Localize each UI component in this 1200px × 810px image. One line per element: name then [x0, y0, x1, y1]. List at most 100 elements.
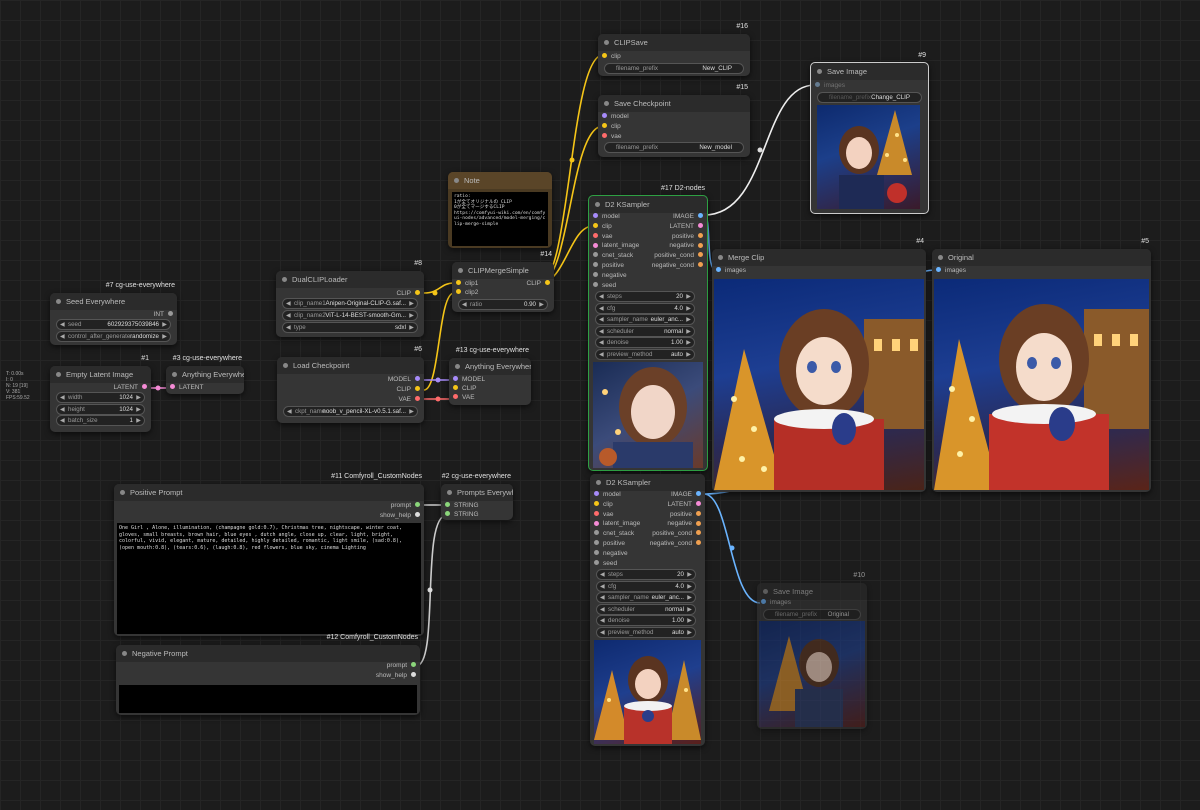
slot-dot[interactable]	[698, 213, 703, 219]
original-node[interactable]: #5 Original images	[932, 238, 1151, 492]
output-slot-negative-cond[interactable]: negative_cond	[650, 539, 705, 549]
input-slot-latent[interactable]: LATENT	[166, 383, 203, 393]
anything-everywhere3-node[interactable]: #13 cg-use-everywhere Anything Everywher…	[449, 347, 531, 405]
node-title[interactable]: Note	[448, 172, 552, 189]
slot-dot[interactable]	[593, 252, 598, 258]
positive-prompt-node[interactable]: #11 Comfyroll_CustomNodes Positive Promp…	[114, 473, 424, 636]
height-widget[interactable]: ◀ height 1024 ▶	[56, 403, 145, 415]
output-slot-negative-cond[interactable]: negative_cond	[652, 261, 707, 271]
slot-dot[interactable]	[593, 242, 598, 248]
slot-dot[interactable]	[453, 394, 458, 400]
decrement-arrow[interactable]: ◀	[600, 605, 605, 614]
slot-dot[interactable]	[168, 311, 173, 317]
node-title[interactable]: Negative Prompt	[116, 645, 420, 662]
slot-dot[interactable]	[415, 376, 420, 382]
preview-method-widget[interactable]: ◀ preview_method auto ▶	[596, 626, 696, 638]
input-slot-images[interactable]: images	[712, 266, 746, 276]
increment-arrow[interactable]: ▶	[539, 300, 544, 309]
decrement-arrow[interactable]: ◀	[599, 327, 604, 336]
increment-arrow[interactable]: ▶	[686, 315, 691, 324]
image-preview[interactable]	[759, 621, 865, 727]
output-slot-show-help[interactable]: show_help	[380, 511, 424, 521]
input-slot-vae[interactable]: vae	[598, 132, 621, 142]
input-slot-model[interactable]: model	[590, 490, 621, 500]
increment-arrow[interactable]: ▶	[162, 320, 167, 329]
node-title[interactable]: Seed Everywhere	[50, 293, 177, 310]
decrement-arrow[interactable]: ◀	[599, 315, 604, 324]
increment-arrow[interactable]: ▶	[409, 311, 414, 320]
increment-arrow[interactable]: ▶	[686, 327, 691, 336]
decrement-arrow[interactable]: ◀	[462, 300, 467, 309]
increment-arrow[interactable]: ▶	[162, 332, 167, 341]
output-slot-positive-cond[interactable]: positive_cond	[652, 529, 705, 539]
steps-widget[interactable]: ◀ steps 20 ▶	[595, 291, 695, 302]
increment-arrow[interactable]: ▶	[136, 405, 141, 414]
node-title[interactable]: Anything Everywhere	[166, 366, 244, 383]
input-slot-images[interactable]: images	[811, 81, 845, 91]
clipsave-node[interactable]: #16 CLIPSave clip filename_prefix New_CLI…	[598, 23, 750, 76]
save-image-node-9[interactable]: #9 Save Image images filename_prefix Chan…	[810, 52, 929, 214]
input-slot-clip[interactable]: clip	[589, 222, 612, 232]
slot-dot[interactable]	[415, 290, 420, 296]
slot-dot[interactable]	[602, 123, 607, 129]
cfg-widget[interactable]: ◀ cfg 4.0 ▶	[595, 302, 695, 314]
decrement-arrow[interactable]: ◀	[60, 320, 65, 329]
input-slot-vae[interactable]: vae	[589, 232, 612, 242]
control-after-generate-widget[interactable]: ◀ control_after_generate randomize ▶	[56, 330, 171, 342]
anything-everywhere-node[interactable]: #3 cg-use-everywhere Anything Everywhere…	[166, 355, 244, 394]
node-title[interactable]: Save Checkpoint	[598, 95, 750, 112]
output-slot-clip[interactable]: CLIP	[527, 279, 554, 289]
slot-dot[interactable]	[696, 520, 701, 526]
width-widget[interactable]: ◀ width 1024 ▶	[56, 392, 145, 403]
filename-prefix-widget[interactable]: filename_prefix New_CLIP	[604, 63, 744, 74]
output-slot-positive-cond[interactable]: positive_cond	[654, 251, 707, 261]
input-slot-clip[interactable]: clip	[590, 500, 613, 510]
slot-dot[interactable]	[456, 289, 461, 295]
slot-dot[interactable]	[593, 213, 598, 219]
decrement-arrow[interactable]: ◀	[287, 407, 292, 416]
increment-arrow[interactable]: ▶	[686, 350, 691, 359]
increment-arrow[interactable]: ▶	[686, 292, 691, 301]
slot-dot[interactable]	[696, 501, 701, 507]
decrement-arrow[interactable]: ◀	[286, 299, 291, 308]
node-title[interactable]: Anything Everywhere3	[449, 358, 531, 375]
node-title[interactable]: Save Image	[811, 63, 928, 80]
slot-dot[interactable]	[415, 502, 420, 508]
slot-dot[interactable]	[593, 281, 598, 287]
decrement-arrow[interactable]: ◀	[60, 405, 65, 414]
input-slot-negative[interactable]: negative	[590, 549, 628, 559]
output-slot-positive[interactable]: positive	[672, 232, 707, 242]
slot-dot[interactable]	[696, 540, 701, 546]
slot-dot[interactable]	[602, 53, 607, 59]
node-title[interactable]: Merge Clip	[712, 249, 926, 266]
increment-arrow[interactable]: ▶	[136, 393, 141, 402]
filename-prefix-widget[interactable]: filename_prefix New_model	[604, 142, 744, 153]
output-slot-show-help[interactable]: show_help	[376, 671, 420, 681]
slot-dot[interactable]	[594, 491, 599, 497]
input-slot-clip2[interactable]: clip2	[452, 288, 478, 298]
node-title[interactable]: Positive Prompt	[114, 484, 424, 501]
decrement-arrow[interactable]: ◀	[599, 350, 604, 359]
increment-arrow[interactable]: ▶	[687, 616, 692, 625]
steps-widget[interactable]: ◀ steps 20 ▶	[596, 569, 696, 580]
input-slot-model[interactable]: model	[589, 212, 620, 222]
node-title[interactable]: Original	[932, 249, 1151, 266]
slot-dot[interactable]	[593, 232, 598, 238]
slot-dot[interactable]	[445, 511, 450, 517]
input-slot-model[interactable]: model	[598, 112, 629, 122]
ratio-widget[interactable]: ◀ ratio 0.90 ▶	[458, 299, 548, 310]
slot-dot[interactable]	[545, 280, 550, 286]
slot-dot[interactable]	[696, 510, 701, 516]
decrement-arrow[interactable]: ◀	[60, 393, 65, 402]
cfg-widget[interactable]: ◀ cfg 4.0 ▶	[596, 580, 696, 592]
slot-dot[interactable]	[445, 502, 450, 508]
image-preview[interactable]	[934, 279, 1149, 490]
output-slot-model[interactable]: MODEL	[388, 375, 424, 385]
output-slot-image[interactable]: IMAGE	[673, 212, 707, 222]
increment-arrow[interactable]: ▶	[686, 304, 691, 313]
input-slot-vae[interactable]: VAE	[449, 393, 475, 403]
decrement-arrow[interactable]: ◀	[600, 616, 605, 625]
input-slot-vae[interactable]: vae	[590, 510, 613, 520]
decrement-arrow[interactable]: ◀	[600, 570, 605, 579]
negative-prompt-node[interactable]: #12 Comfyroll_CustomNodes Negative Promp…	[116, 634, 420, 715]
